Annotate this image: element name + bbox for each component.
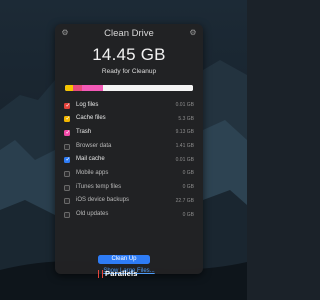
item-label: Mobile apps [76,169,109,176]
item-label: iTunes temp files [76,183,122,190]
status-text: Ready for Cleanup [101,68,157,75]
item-label: Browser data [76,142,112,149]
cleanup-item-list: ✓ Log files 0.01 GB ✓ Cache files 5.3 GB ✓ Tras… [64,100,194,223]
checkbox[interactable]: ✓ [64,129,71,136]
parallels-logo: Parallels [98,269,138,278]
total-size: 14.45 GB [92,45,166,64]
item-size: 0.01 GB [175,102,194,108]
checkbox[interactable] [64,170,70,177]
cleanup-item-row[interactable]: Old updates 0 GB [64,210,194,224]
item-label: Old updates [76,211,109,217]
checkbox[interactable] [64,212,70,218]
clean-drive-window: ⚙ Clean Drive ⚙ 14.45 GB Ready for Clean… [55,24,203,274]
cleanup-item-row[interactable]: ✓ Trash 9.13 GB [64,127,194,141]
usage-bar [65,85,193,91]
usage-bar-segment [81,85,104,91]
item-label: Mail cache [76,156,105,163]
cleanup-item-row[interactable]: ✓ Cache files 5.3 GB [64,114,194,128]
item-label: Trash [76,128,92,135]
cleanup-item-row[interactable]: Mobile apps 0 GB [64,168,194,182]
usage-bar-segment [65,85,73,91]
checkbox[interactable]: ✓ [64,116,71,123]
checkbox[interactable]: ✓ [64,102,71,109]
cleanup-item-row[interactable]: iTunes temp files 0 GB [64,182,194,196]
parallels-logo-icon [98,269,103,278]
item-size: 1.41 GB [175,143,194,150]
item-size: 0 GB [182,184,194,191]
checkmark-icon: ✓ [65,129,71,136]
checkmark-icon: ✓ [65,102,71,109]
window-title: Clean Drive [104,28,154,39]
usage-bar-segment [103,85,193,91]
cleanup-item-row[interactable]: iOS device backups 22.7 GB [64,196,194,210]
item-size: 0.01 GB [175,156,194,163]
checkmark-icon: ✓ [65,157,71,164]
checkbox[interactable] [64,198,70,205]
item-size: 22.7 GB [175,197,194,204]
checkbox[interactable] [64,143,70,150]
item-label: Cache files [76,115,106,122]
checkmark-icon: ✓ [65,116,71,123]
item-size: 0 GB [182,211,194,218]
cleanup-item-row[interactable]: ✓ Log files 0.01 GB [64,100,194,114]
item-label: Log files [76,101,99,108]
item-size: 5.3 GB [178,115,194,122]
options-gear-icon[interactable]: ⚙ [189,29,197,37]
item-label: iOS device backups [76,197,130,204]
cleanup-item-row[interactable]: Browser data 1.41 GB [64,141,194,155]
checkbox[interactable] [64,184,70,191]
item-size: 9.13 GB [175,129,194,136]
brand-name: Parallels [105,269,138,278]
usage-bar-segment [72,85,82,91]
checkbox[interactable]: ✓ [64,157,71,164]
clean-up-button[interactable]: Clean Up [98,255,150,264]
item-size: 0 GB [182,170,194,177]
cleanup-item-row[interactable]: ✓ Mail cache 0.01 GB [64,155,194,169]
